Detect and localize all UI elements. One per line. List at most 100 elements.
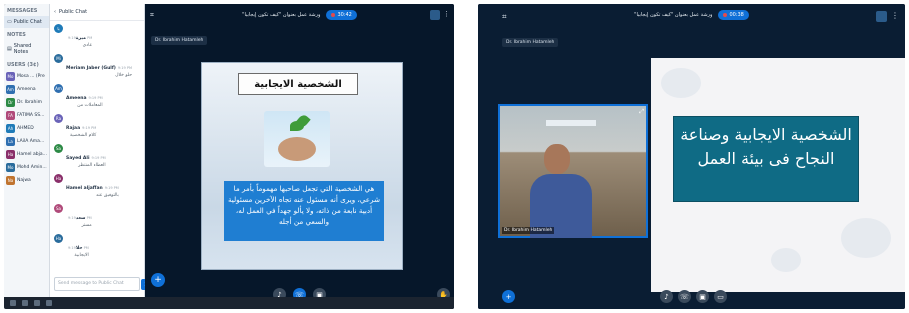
message-text: المعاملات من: [77, 103, 103, 108]
top-bar: ورشة عمل بعنوان "كيف تكون إيجابيا" 00:38: [478, 4, 905, 26]
meeting-title: ورشة عمل بعنوان "كيف تكون إيجابيا": [634, 12, 713, 18]
avatar: FA: [6, 111, 15, 120]
message-text: حلو خلال: [115, 73, 132, 78]
avatar: Ah: [6, 124, 15, 133]
user-name: Hamel abja...: [17, 152, 47, 157]
presentation-slide: الشخصية الايجابية وصناعة النجاح فى بيئة …: [651, 58, 905, 292]
message-text: الايجابية: [74, 253, 89, 258]
message-list: يا ميرة9:19 PM عادي Mi Meriam Jaber (Gulf) 9:…: [50, 21, 144, 261]
avatar: Sa: [54, 144, 63, 153]
presentation-stage: ورشة عمل بعنوان "كيف تكون إيجابيا" 30:42…: [145, 4, 454, 309]
user-list-item[interactable]: Na Najwa: [4, 174, 49, 187]
mic-button[interactable]: ♪: [660, 290, 673, 303]
record-icon: [331, 13, 336, 17]
message-time: 9:19 PM: [104, 186, 119, 190]
avatar: Mo: [6, 72, 15, 81]
plant-image: [264, 111, 330, 167]
message-author: ميرة: [75, 36, 86, 41]
messages-heading: MESSAGES: [7, 8, 38, 14]
user-list-toggle-icon[interactable]: ⌗: [502, 12, 507, 22]
taskbar: [4, 297, 454, 309]
sidebar-item-shared-notes[interactable]: ▤ Shared Notes: [4, 40, 49, 58]
user-name: AHMED: [17, 126, 34, 131]
chat-header: ‹ Public Chat: [50, 4, 144, 21]
avatar: Mo: [6, 163, 15, 172]
avatar: Ha: [6, 150, 15, 159]
avatar: Ra: [54, 114, 63, 123]
notes-heading: NOTES: [7, 32, 26, 38]
user-name: Dr. Ibrahim: [17, 100, 43, 105]
actions-button[interactable]: +: [502, 290, 515, 303]
expand-icon[interactable]: ⤢: [639, 108, 644, 116]
message-text: مستر: [81, 223, 92, 228]
record-indicator[interactable]: 00:38: [718, 10, 749, 20]
chat-message: Sa Sayed Ali 9:19 PM العطاء المنتظر: [50, 141, 144, 171]
screenshot-left: MESSAGES ▭ Public Chat NOTES ▤ Shared No…: [4, 4, 454, 309]
user-list-toggle-icon[interactable]: ⌗: [150, 11, 154, 20]
user-list: Mo Mosa ... (Pre Am Ameena Dr Dr. Ibrahim FA FA…: [4, 70, 49, 187]
user-list-item[interactable]: Mo Mosa ... (Pre: [4, 70, 49, 83]
avatar: Sa: [54, 204, 63, 213]
audio-button[interactable]: ☏: [678, 290, 691, 303]
screenshot-right: ورشة عمل بعنوان "كيف تكون إيجابيا" 00:38…: [478, 4, 905, 309]
actions-button[interactable]: +: [151, 273, 165, 287]
presentation-slide: الشخصية الايجابية هي الشخصية التي تجعل ص…: [201, 62, 403, 270]
message-text: كلام الشخصية: [69, 133, 97, 138]
user-list-item[interactable]: Ha Hamel abja...: [4, 148, 49, 161]
options-icon[interactable]: ⋮: [891, 11, 899, 20]
screenshare-button[interactable]: ▭: [714, 290, 727, 303]
slide-body-text: هي الشخصية التي تجعل صاحبها مهموماً بأمر…: [224, 181, 384, 241]
users-heading: USERS (3¢): [7, 62, 39, 68]
chat-message: Ra Rajaa 9:19 PM كلام الشخصية: [50, 111, 144, 141]
notes-icon: ▤: [7, 46, 12, 52]
message-author: Ameena: [66, 96, 87, 101]
connection-icon[interactable]: [876, 11, 887, 22]
user-list-item[interactable]: Mo Mohd Amin...: [4, 161, 49, 174]
chat-input-placeholder: Send message to Public Chat: [58, 281, 124, 286]
sidebar-item-public-chat[interactable]: ▭ Public Chat: [4, 16, 49, 28]
chat-input[interactable]: Send message to Public Chat ➤: [54, 277, 152, 291]
sidebar: MESSAGES ▭ Public Chat NOTES ▤ Shared No…: [4, 4, 50, 309]
user-name: Ameena: [17, 87, 36, 92]
message-time: 9:19 PM: [82, 126, 97, 130]
user-name: FATIMA SS...: [17, 113, 45, 118]
chat-icon: ▭: [7, 19, 12, 25]
record-indicator[interactable]: 30:42: [326, 10, 357, 20]
search-icon[interactable]: [22, 300, 28, 306]
presenter-label: Dr. Ibrahim Hatamleh: [151, 36, 208, 45]
chat-title: Public Chat: [59, 9, 88, 15]
webcam-name: Dr. Ibrahim Hatamleh: [502, 227, 555, 234]
webcam-video[interactable]: Dr. Ibrahim Hatamleh ⤢: [498, 104, 648, 238]
windows-icon[interactable]: [10, 300, 16, 306]
user-list-item[interactable]: FA FATIMA SS...: [4, 109, 49, 122]
user-name: Najwa: [17, 178, 31, 183]
folder-icon[interactable]: [46, 300, 52, 306]
avatar: Am: [54, 84, 63, 93]
record-time: 00:38: [729, 12, 744, 18]
meeting-title: ورشة عمل بعنوان "كيف تكون إيجابيا": [242, 12, 321, 18]
chat-panel: ‹ Public Chat يا ميرة 9:19 PM عادي Mi Meriam …: [50, 4, 152, 309]
connection-icon[interactable]: [430, 10, 440, 20]
message-author: حلا: [75, 246, 83, 251]
avatar: La: [6, 137, 15, 146]
message-author: Meriam Jaber (Gulf): [66, 66, 116, 71]
camera-button[interactable]: ▣: [696, 290, 709, 303]
browser-icon[interactable]: [34, 300, 40, 306]
user-list-item[interactable]: La LAilA Ama...: [4, 135, 49, 148]
sidebar-item-label: Shared Notes: [13, 43, 32, 55]
user-list-item[interactable]: Dr Dr. Ibrahim: [4, 96, 49, 109]
chat-message: يا ميرة9:19 PM عادي: [50, 21, 144, 51]
chat-message: Mi Meriam Jaber (Gulf) 9:19 PM حلو خلال: [50, 51, 144, 81]
presenter-label: Dr. Ibrahim Hatamleh: [502, 38, 559, 47]
avatar: Am: [6, 85, 15, 94]
chat-message: Sa سعد9:19 PM مستر: [50, 201, 144, 231]
user-list-item[interactable]: Am Ameena: [4, 83, 49, 96]
slide-title: الشخصية الايجابية: [238, 73, 358, 95]
back-icon[interactable]: ‹: [54, 9, 56, 15]
user-name: Mohd Amin...: [17, 165, 47, 170]
message-author: Hamel aljaffan: [66, 186, 103, 191]
user-list-item[interactable]: Ah AHMED: [4, 122, 49, 135]
user-name: Mosa ... (Pre: [17, 74, 45, 79]
avatar: Na: [6, 176, 15, 185]
options-icon[interactable]: ⋮: [443, 10, 450, 18]
